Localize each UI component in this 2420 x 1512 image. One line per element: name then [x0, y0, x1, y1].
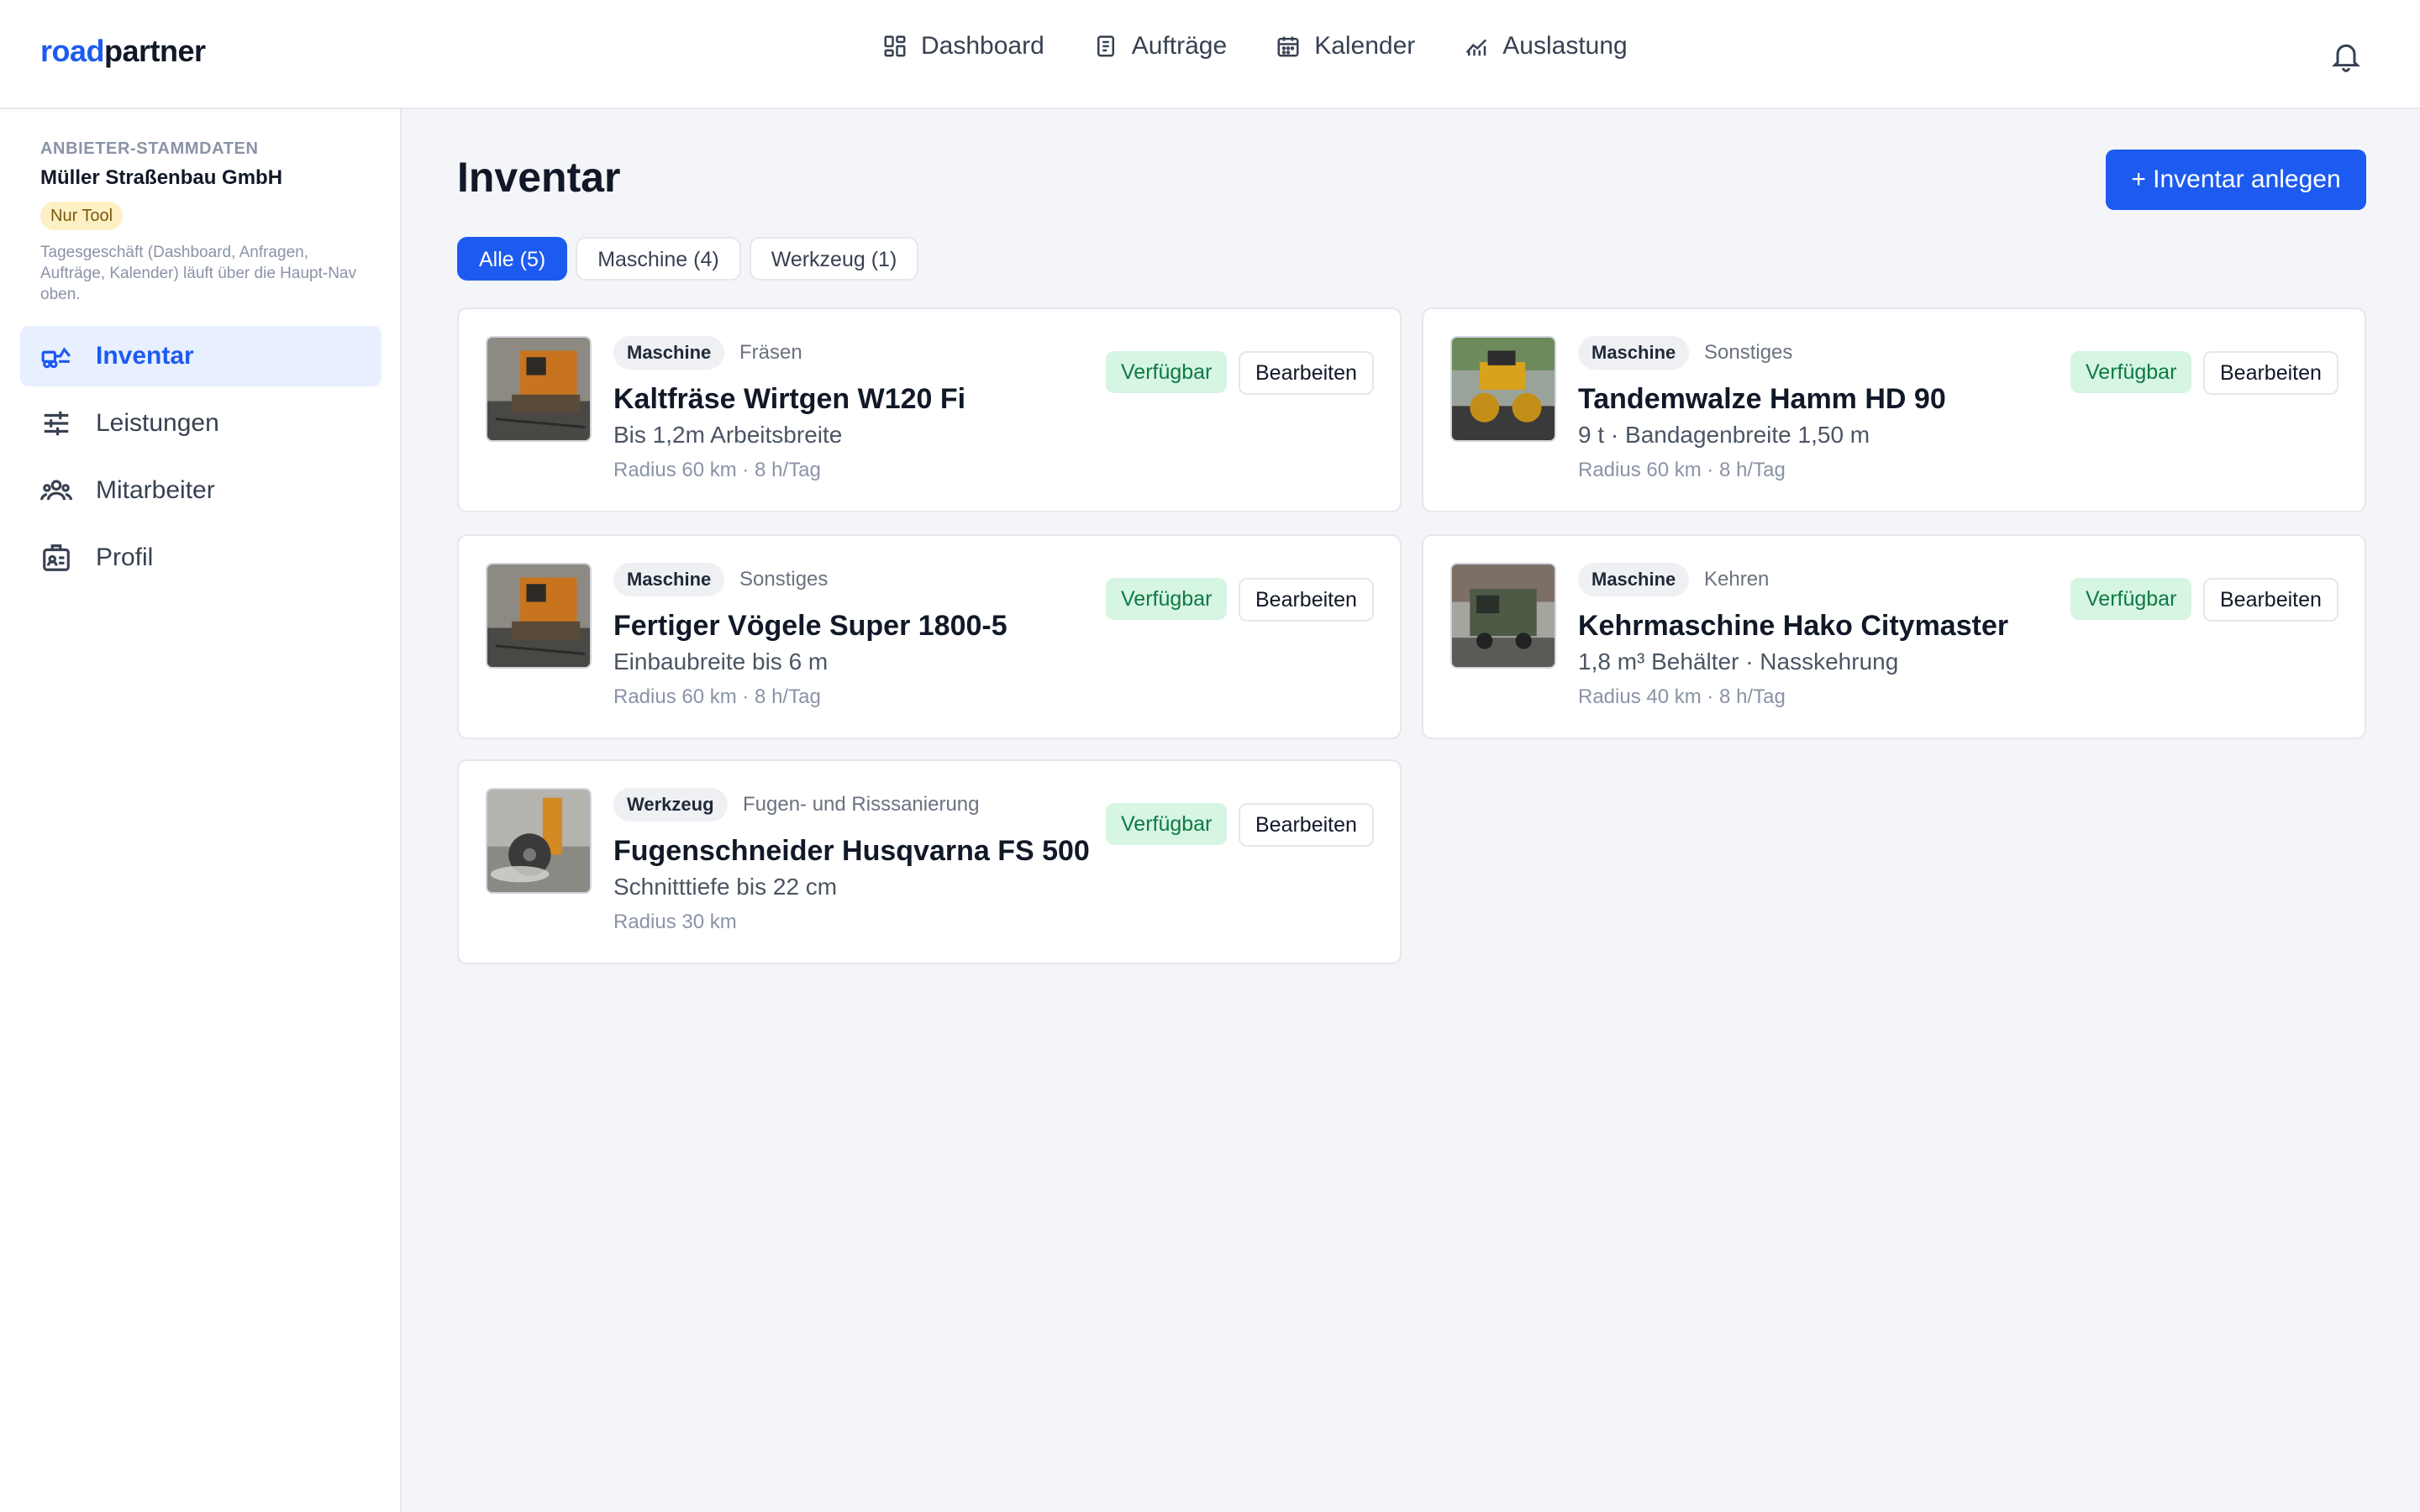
type-tag: Maschine [1578, 563, 1690, 596]
nav-auftraege[interactable]: Aufträge [1093, 32, 1227, 60]
filter-all[interactable]: Alle (5) [457, 237, 568, 281]
nav-kalender-label: Kalender [1314, 32, 1416, 60]
nav-auslastung-label: Auslastung [1502, 32, 1628, 60]
sidebar-note: Tagesgeschäft (Dashboard, Anfragen, Auft… [40, 244, 356, 303]
sidebar-menu: Inventar Leistungen Mitarbeiter Profil [20, 326, 381, 595]
category-label: Sonstiges [739, 568, 829, 591]
status-badge: Verfügbar [2070, 578, 2192, 620]
card-meta: Radius 40 km · 8 h/Tag [1578, 685, 1786, 708]
nav-auftraege-label: Aufträge [1131, 32, 1228, 60]
id-card-icon [43, 544, 70, 571]
joint-cutter-image [486, 788, 592, 894]
nav-dashboard[interactable]: Dashboard [882, 32, 1044, 60]
sidebar: ANBIETER-STAMMDATEN Müller Straßenbau Gm… [0, 109, 402, 1512]
sidebar-item-inventar[interactable]: Inventar [20, 326, 381, 386]
card-title: Tandemwalze Hamm HD 90 [1578, 383, 1946, 415]
type-tag: Maschine [1578, 336, 1690, 370]
category-label: Sonstiges [1704, 341, 1793, 364]
edit-button[interactable]: Bearbeiten [1239, 803, 1374, 847]
sidebar-item-label: Profil [96, 543, 154, 571]
card-subtitle: Bis 1,2m Arbeitsbreite [613, 422, 843, 448]
nav-auslastung[interactable]: Auslastung [1464, 32, 1628, 60]
card-subtitle: Einbaubreite bis 6 m [613, 648, 829, 675]
machinery-icon [41, 347, 71, 369]
category-label: Fugen- und Risssanierung [743, 793, 980, 816]
sidebar-item-profil[interactable]: Profil [20, 528, 381, 588]
sidebar-item-label: Leistungen [96, 409, 219, 437]
top-bar: roadpartner Dashboard Aufträge Kalender [0, 0, 2420, 109]
inventory-card[interactable]: Maschine Fräsen Kaltfräse Wirtgen W120 F… [457, 307, 1402, 512]
card-title: Fertiger Vögele Super 1800-5 [613, 610, 1007, 642]
type-tag: Werkzeug [613, 788, 728, 822]
paver-image [486, 563, 592, 669]
type-tag: Maschine [613, 563, 725, 596]
card-meta: Radius 30 km [613, 911, 737, 933]
card-meta: Radius 60 km · 8 h/Tag [613, 685, 821, 708]
clipboard-icon [1097, 35, 1114, 57]
edit-button[interactable]: Bearbeiten [2203, 578, 2338, 622]
card-title: Kehrmaschine Hako Citymaster [1578, 610, 2009, 642]
sliders-icon [44, 411, 69, 436]
status-badge: Verfügbar [1106, 351, 1228, 393]
milling-machine-image [486, 336, 592, 442]
page-title: Inventar [457, 154, 621, 201]
category-label: Fräsen [739, 341, 802, 364]
bell-icon[interactable] [2329, 37, 2363, 74]
team-icon [40, 480, 72, 501]
calendar-icon [1277, 36, 1299, 57]
add-inventory-button[interactable]: + Inventar anlegen [2106, 150, 2366, 210]
card-subtitle: 1,8 m³ Behälter · Nasskehrung [1578, 648, 1899, 675]
sidebar-item-leistungen[interactable]: Leistungen [20, 393, 381, 454]
edit-button[interactable]: Bearbeiten [2203, 351, 2338, 395]
brand-logo[interactable]: roadpartner [40, 34, 206, 69]
inventory-card[interactable]: Maschine Sonstiges Fertiger Vögele Super… [457, 534, 1402, 739]
type-tag: Maschine [613, 336, 725, 370]
sidebar-item-label: Mitarbeiter [96, 476, 215, 504]
dashboard-icon [884, 35, 906, 57]
card-meta: Radius 60 km · 8 h/Tag [613, 459, 821, 481]
filter-machine[interactable]: Maschine (4) [576, 237, 741, 281]
chart-icon [1466, 39, 1487, 56]
edit-button[interactable]: Bearbeiten [1239, 578, 1374, 622]
road-roller-image [1450, 336, 1556, 442]
company-name: Müller Straßenbau GmbH [40, 166, 283, 189]
filter-tool[interactable]: Werkzeug (1) [749, 237, 919, 281]
street-sweeper-image [1450, 563, 1556, 669]
sidebar-item-mitarbeiter[interactable]: Mitarbeiter [20, 460, 381, 521]
status-badge: Verfügbar [2070, 351, 2192, 393]
brand-part-1: road [40, 34, 105, 68]
nav-kalender[interactable]: Kalender [1276, 32, 1415, 60]
sidebar-caption: ANBIETER-STAMMDATEN [40, 139, 259, 158]
edit-button[interactable]: Bearbeiten [1239, 351, 1374, 395]
sidebar-item-label: Inventar [96, 342, 194, 370]
status-badge: Verfügbar [1106, 803, 1228, 845]
card-title: Kaltfräse Wirtgen W120 Fi [613, 383, 966, 415]
card-meta: Radius 60 km · 8 h/Tag [1578, 459, 1786, 481]
category-label: Kehren [1704, 568, 1770, 591]
inventory-card[interactable]: Maschine Kehren Kehrmaschine Hako Cityma… [1422, 534, 2366, 739]
card-title: Fugenschneider Husqvarna FS 500 [613, 835, 1090, 867]
filter-tabs: Alle (5) Maschine (4) Werkzeug (1) [457, 237, 919, 281]
plan-badge: Nur Tool [40, 202, 124, 230]
inventory-card[interactable]: Werkzeug Fugen- und Risssanierung Fugens… [457, 759, 1402, 964]
brand-part-2: partner [104, 34, 206, 68]
main-nav: Dashboard Aufträge Kalender Auslastung [882, 32, 1628, 60]
card-subtitle: 9 t · Bandagenbreite 1,50 m [1578, 422, 1870, 448]
inventory-card[interactable]: Maschine Sonstiges Tandemwalze Hamm HD 9… [1422, 307, 2366, 512]
nav-dashboard-label: Dashboard [921, 32, 1044, 60]
status-badge: Verfügbar [1106, 578, 1228, 620]
card-subtitle: Schnitttiefe bis 22 cm [613, 874, 838, 900]
